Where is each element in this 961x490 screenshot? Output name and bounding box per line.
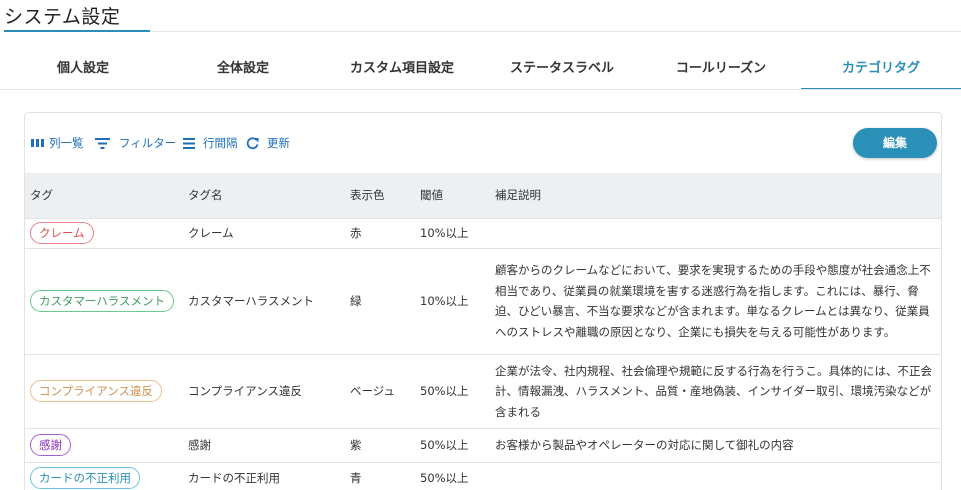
tag-badge: 感謝	[30, 434, 71, 457]
display-color-cell: 青	[345, 461, 415, 490]
tab-personal-settings[interactable]: 個人設定	[3, 58, 163, 90]
tag-badge: カスタマーハラスメント	[30, 290, 175, 312]
threshold-cell: 50%以上	[415, 461, 490, 490]
tag-badge: カードの不正利用	[30, 467, 140, 490]
tag-badge: コンプライアンス違反	[30, 380, 162, 403]
display-color-cell: 赤	[345, 217, 415, 248]
density-icon	[183, 137, 195, 149]
column-header-tag-name[interactable]: タグ名	[183, 173, 345, 218]
table-header-row: タグ タグ名 表示色 閾値 補足説明	[25, 173, 941, 218]
display-color-cell: ベージュ	[345, 353, 415, 429]
tag-name-cell: 感謝	[183, 428, 345, 462]
table-row[interactable]: コンプライアンス違反 コンプライアンス違反 ベージュ 50%以上 企業が法令、社…	[25, 353, 941, 429]
table-row[interactable]: クレーム クレーム 赤 10%以上	[25, 217, 941, 248]
refresh-button[interactable]: 更新	[246, 135, 290, 151]
filter-icon	[95, 137, 110, 149]
tag-badge: クレーム	[30, 222, 94, 244]
refresh-label: 更新	[267, 136, 290, 150]
grid-toolbar: 列一覧 フィルター 行間隔 更新 編集	[25, 113, 941, 173]
threshold-cell: 10%以上	[415, 247, 490, 354]
column-header-threshold[interactable]: 閾値	[415, 173, 490, 218]
tag-name-cell: カスタマーハラスメント	[183, 247, 345, 354]
description-cell: 企業が法令、社内規程、社会倫理や規範に反する行為を行うこ。具体的には、不正会計、…	[490, 353, 941, 429]
edit-button[interactable]: 編集	[853, 128, 937, 158]
tabs-divider	[0, 89, 961, 90]
display-color-cell: 緑	[345, 247, 415, 354]
columns-label: 列一覧	[49, 136, 84, 150]
threshold-cell: 10%以上	[415, 217, 490, 248]
description-cell	[490, 461, 941, 490]
filter-button[interactable]: フィルター	[95, 135, 176, 151]
table-row[interactable]: カードの不正利用 カードの不正利用 青 50%以上	[25, 461, 941, 490]
filter-label: フィルター	[119, 136, 177, 150]
title-underline	[4, 30, 150, 32]
density-button[interactable]: 行間隔	[183, 135, 238, 151]
columns-button[interactable]: 列一覧	[31, 135, 84, 151]
tag-name-cell: クレーム	[183, 217, 345, 248]
description-cell	[490, 217, 941, 248]
refresh-icon	[246, 136, 259, 149]
density-label: 行間隔	[203, 136, 238, 150]
column-header-display-color[interactable]: 表示色	[345, 173, 415, 218]
tab-global-settings[interactable]: 全体設定	[163, 58, 323, 90]
table-row[interactable]: 感謝 感謝 紫 50%以上 お客様から製品やオペレーターの対応に関して御礼の内容	[25, 428, 941, 462]
description-cell: 顧客からのクレームなどにおいて、要求を実現するための手段や態度が社会通念上不相当…	[490, 247, 941, 354]
threshold-cell: 50%以上	[415, 353, 490, 429]
columns-icon	[31, 139, 44, 147]
category-tag-table: タグ タグ名 表示色 閾値 補足説明 クレーム クレーム 赤 10%以上 カスタ…	[25, 173, 941, 490]
description-cell: お客様から製品やオペレーターの対応に関して御礼の内容	[490, 428, 941, 462]
column-header-description[interactable]: 補足説明	[490, 173, 941, 218]
tab-call-reasons[interactable]: コールリーズン	[641, 58, 801, 90]
category-tag-panel: 列一覧 フィルター 行間隔 更新 編集 タグ タグ名 表示色 閾値 補足説明 ク…	[24, 112, 942, 490]
tag-name-cell: カードの不正利用	[183, 461, 345, 490]
tab-custom-fields[interactable]: カスタム項目設定	[322, 58, 482, 90]
table-row[interactable]: カスタマーハラスメント カスタマーハラスメント 緑 10%以上 顧客からのクレー…	[25, 247, 941, 354]
settings-tabs: 個人設定 全体設定 カスタム項目設定 ステータスラベル コールリーズン カテゴリ…	[0, 58, 961, 90]
tag-name-cell: コンプライアンス違反	[183, 353, 345, 429]
tab-status-labels[interactable]: ステータスラベル	[482, 58, 642, 90]
threshold-cell: 50%以上	[415, 428, 490, 462]
display-color-cell: 紫	[345, 428, 415, 462]
column-header-tag[interactable]: タグ	[25, 173, 183, 218]
tab-category-tags[interactable]: カテゴリタグ	[801, 58, 961, 90]
title-divider	[150, 31, 961, 32]
page-title: システム設定	[4, 6, 121, 28]
